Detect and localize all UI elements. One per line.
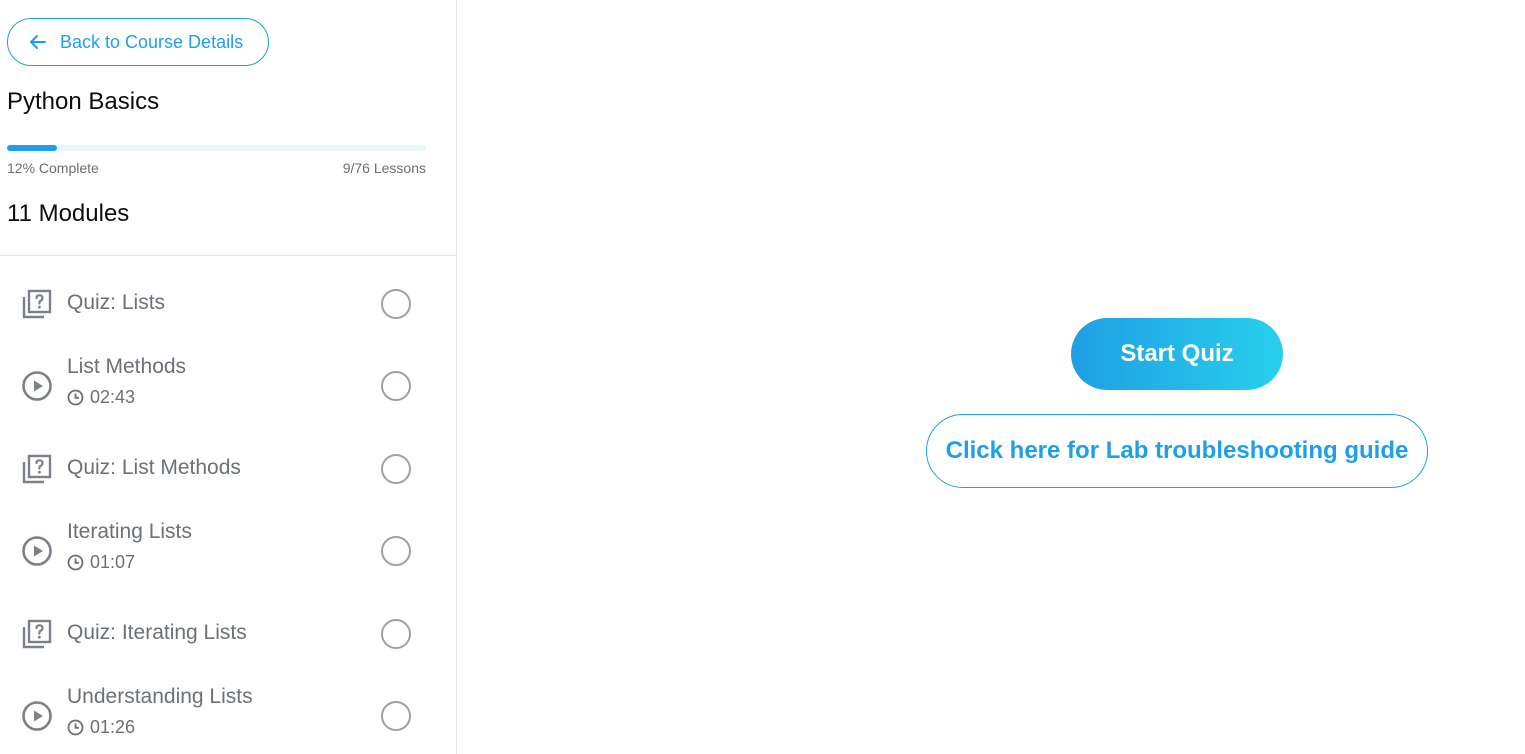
progress-lessons-count: 9/76 Lessons: [342, 160, 426, 176]
quiz-content-area: Start Quiz Click here for Lab troublesho…: [457, 0, 1525, 754]
back-button-label: Back to Course Details: [60, 31, 244, 52]
course-progress-bar: [7, 145, 426, 151]
lesson-item[interactable]: Quiz: Lists: [0, 263, 456, 345]
modules-heading: 11 Modules: [7, 200, 130, 227]
lesson-completion-status[interactable]: [381, 371, 411, 401]
lesson-item[interactable]: Quiz: List Methods: [0, 428, 456, 510]
back-to-course-button[interactable]: Back to Course Details: [7, 18, 269, 66]
play-circle-icon: [21, 700, 53, 732]
lesson-completion-status[interactable]: [381, 701, 411, 731]
course-sidebar: Back to Course Details Python Basics 12%…: [0, 0, 457, 754]
lesson-completion-status[interactable]: [381, 536, 411, 566]
lesson-duration-value: 01:07: [90, 552, 136, 572]
arrow-left-icon: [28, 32, 48, 52]
lesson-title: Quiz: Lists: [67, 290, 166, 314]
start-quiz-button[interactable]: Start Quiz: [1071, 318, 1283, 390]
play-circle-icon: [21, 535, 53, 567]
lesson-title: Quiz: List Methods: [67, 455, 241, 479]
lesson-completion-status[interactable]: [381, 453, 411, 484]
clock-icon: [67, 719, 84, 736]
lesson-title: Quiz: Iterating Lists: [67, 620, 247, 644]
lesson-item[interactable]: Understanding Lists 01:26: [0, 675, 456, 754]
quiz-question-icon: [21, 453, 53, 485]
lesson-duration: 01:26: [67, 717, 135, 738]
lesson-item[interactable]: List Methods 02:43: [0, 345, 456, 427]
lesson-duration: 02:43: [67, 387, 135, 408]
lesson-duration-value: 02:43: [90, 387, 136, 407]
lesson-duration: 01:07: [67, 552, 135, 573]
play-circle-icon: [21, 370, 53, 402]
course-player: Back to Course Details Python Basics 12%…: [0, 0, 1525, 754]
lesson-list[interactable]: 01:53 Quiz: Lists List Methods 02:43 Quiz: L…: [0, 256, 456, 754]
progress-percent-label: 12% Complete: [7, 160, 99, 176]
lesson-title: Understanding Lists: [67, 685, 253, 708]
lab-troubleshooting-guide-link[interactable]: Click here for Lab troubleshooting guide: [926, 414, 1428, 488]
lesson-item[interactable]: Quiz: Iterating Lists: [0, 593, 456, 675]
lesson-completion-status[interactable]: [381, 618, 411, 649]
clock-icon: [67, 389, 84, 406]
lesson-title: Iterating Lists: [67, 520, 192, 543]
quiz-question-icon: [21, 288, 53, 320]
lesson-item[interactable]: 01:53: [0, 256, 456, 262]
lesson-duration-value: 01:26: [90, 717, 136, 737]
course-progress-fill: [7, 145, 58, 151]
lesson-title: List Methods: [67, 355, 187, 378]
clock-icon: [67, 554, 84, 571]
quiz-question-icon: [21, 618, 53, 650]
lesson-item[interactable]: Iterating Lists 01:07: [0, 510, 456, 592]
course-title: Python Basics: [7, 88, 160, 115]
lesson-completion-status[interactable]: [381, 288, 411, 319]
